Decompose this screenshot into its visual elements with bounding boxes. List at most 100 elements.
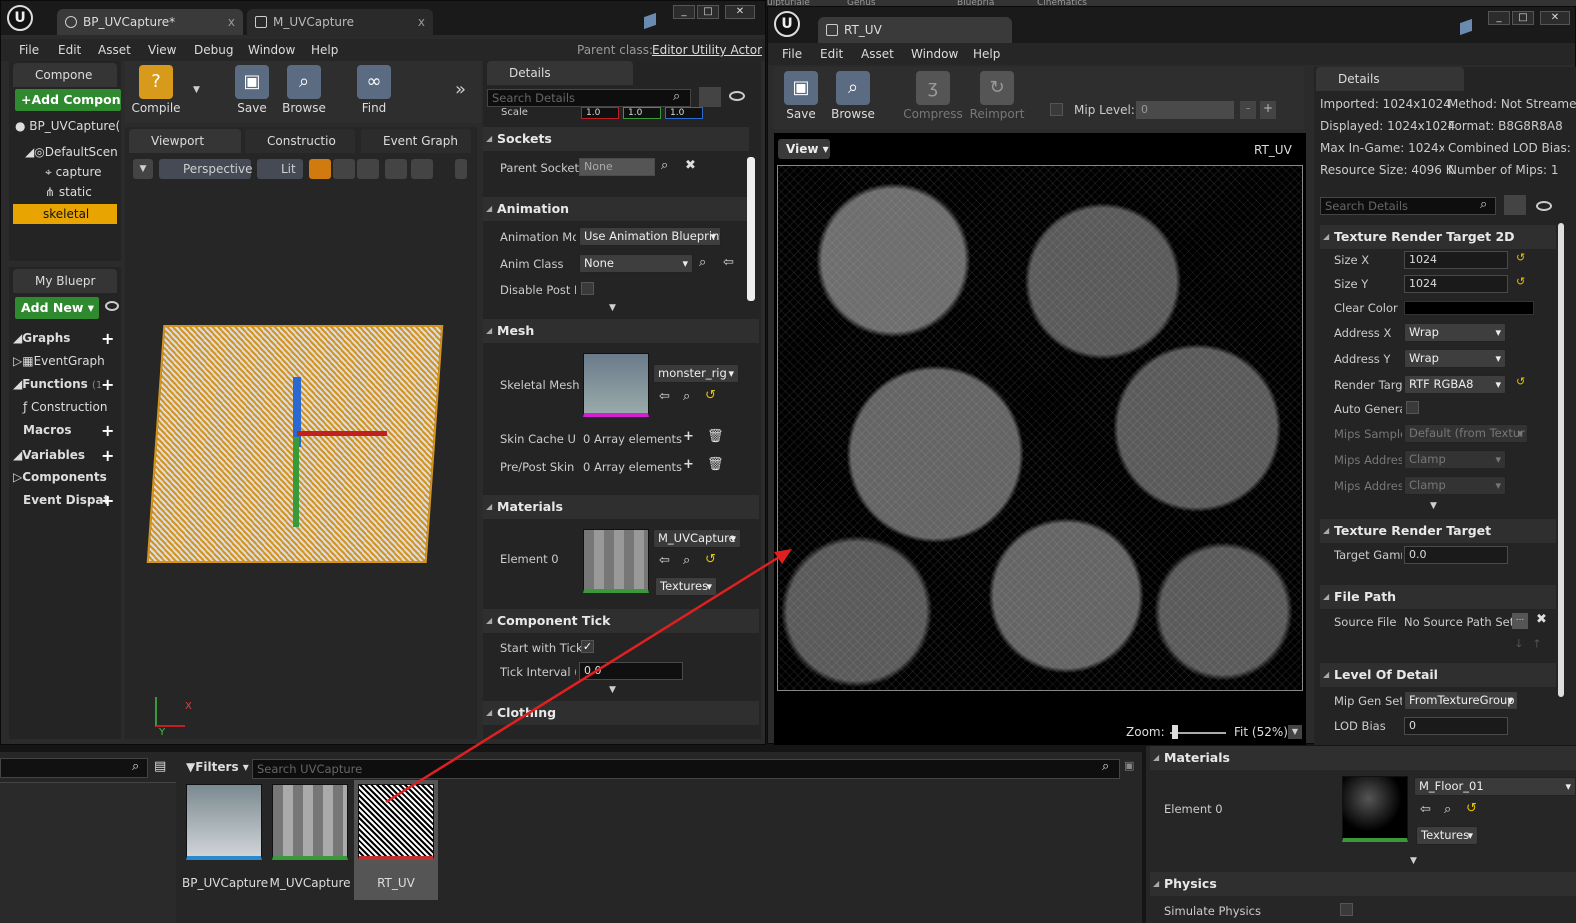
sources-search-input[interactable] [0, 758, 148, 778]
animation-mode-dropdown[interactable]: Use Animation Blueprint [579, 227, 721, 246]
asset-search-input[interactable]: Search UVCapture [252, 759, 1120, 779]
menu-view[interactable]: View [148, 43, 176, 57]
scale-x-field[interactable]: 1.0 [581, 107, 619, 119]
add-macro-icon[interactable]: + [101, 421, 114, 440]
section-materials[interactable]: Materials [483, 495, 759, 519]
arrow-down-icon[interactable]: 🡓 [1516, 635, 1522, 654]
trash-icon[interactable]: 🗑 [707, 457, 724, 472]
simulate-physics-checkbox[interactable] [1340, 903, 1353, 916]
material-thumbnail[interactable] [583, 529, 649, 593]
clear-color-swatch[interactable] [1404, 301, 1534, 315]
compress-button[interactable]: ʒ Compress [902, 71, 964, 121]
reset-icon[interactable]: ↺ [705, 552, 716, 567]
minimize-button[interactable]: _ [673, 5, 695, 19]
start-with-tick-checkbox[interactable]: ✓ [581, 640, 594, 653]
add-dispatcher-icon[interactable]: + [101, 491, 114, 510]
viewport-options-button[interactable]: ▼ [133, 159, 153, 179]
tree-static[interactable]: ⋔ static [45, 185, 92, 199]
chevron-down-icon[interactable]: ▼ [193, 85, 200, 95]
section-materials[interactable]: Materials [1150, 746, 1576, 770]
components-tab[interactable]: Compone [13, 63, 117, 87]
mip-gen-settings-dropdown[interactable]: FromTextureGroup [1404, 691, 1518, 710]
textures-button[interactable]: Textures [1416, 826, 1478, 845]
material-dropdown[interactable]: M_Floor_01 [1414, 777, 1576, 796]
anim-class-dropdown[interactable]: None [579, 254, 693, 273]
section-sockets[interactable]: Sockets [483, 127, 749, 151]
browse-icon[interactable]: ⌕ [1444, 802, 1451, 817]
add-component-button[interactable]: +Add Compon [15, 89, 121, 111]
details-search-input[interactable]: Search Details [1320, 197, 1496, 215]
tab-event-graph[interactable]: Event Graph [361, 129, 471, 153]
scrollbar[interactable] [747, 157, 755, 301]
item-construction[interactable]: ƒ Construction [23, 400, 107, 414]
expand-arrow-icon[interactable]: ▼ [609, 685, 616, 695]
tab-rt-uv[interactable]: RT_UV [818, 17, 1012, 43]
menu-help[interactable]: Help [311, 43, 338, 57]
add-function-icon[interactable]: + [101, 375, 114, 394]
section-trt2d[interactable]: Texture Render Target 2D [1320, 225, 1556, 249]
section-level-of-detail[interactable]: Level Of Detail [1320, 663, 1556, 687]
browse-button[interactable]: ⌕ Browse [277, 65, 331, 115]
menu-asset[interactable]: Asset [98, 43, 131, 57]
view-button[interactable]: View ▾ [778, 139, 830, 159]
reimport-button[interactable]: ↻ Reimport [966, 71, 1028, 121]
reset-icon[interactable]: ↺ [1466, 801, 1477, 816]
auto-generate-checkbox[interactable] [1406, 401, 1419, 414]
mip-level-checkbox[interactable] [1050, 103, 1063, 116]
address-y-dropdown[interactable]: Wrap [1404, 349, 1506, 368]
expand-arrow-icon[interactable]: ▼ [1410, 856, 1417, 866]
target-gamma-field[interactable]: 0.0 [1404, 546, 1508, 564]
uv-wireframe-image[interactable] [777, 165, 1303, 691]
tree-root[interactable]: ● BP_UVCapture( [15, 119, 120, 133]
eye-icon[interactable] [105, 301, 119, 311]
mip-level-field[interactable]: 0 [1136, 101, 1234, 119]
parent-socket-field[interactable]: None [579, 158, 655, 176]
clear-icon[interactable]: ✖ [685, 158, 696, 173]
scale-tool-icon[interactable] [357, 159, 379, 179]
mips-address-u-dropdown[interactable]: Clamp [1404, 450, 1506, 469]
use-selected-icon[interactable]: ⇦ [723, 255, 734, 270]
add-element-icon[interactable]: + [683, 457, 694, 472]
asset-thumbnail[interactable] [272, 784, 348, 860]
parent-class-link[interactable]: Editor Utility Actor [652, 43, 762, 57]
tick-interval-field[interactable]: 0.0 [579, 662, 683, 680]
translate-tool-icon[interactable] [309, 159, 331, 179]
menu-file[interactable]: File [19, 43, 39, 57]
use-selected-icon[interactable]: ⇦ [659, 389, 670, 404]
find-button[interactable]: ∞ Find [347, 65, 401, 115]
menu-asset[interactable]: Asset [861, 47, 894, 61]
section-trt[interactable]: Texture Render Target [1320, 519, 1556, 543]
close-button[interactable]: ✕ [725, 5, 755, 19]
reset-icon[interactable]: ↺ [705, 388, 716, 403]
material-thumbnail[interactable] [1342, 776, 1408, 842]
add-graph-icon[interactable]: + [101, 329, 114, 348]
add-new-button[interactable]: Add New ▾ [15, 297, 99, 319]
help-icon[interactable] [644, 12, 656, 30]
zoom-slider-handle[interactable] [1172, 725, 1178, 739]
use-selected-icon[interactable]: ⇦ [1420, 802, 1431, 817]
zoom-slider[interactable] [1170, 732, 1226, 734]
maximize-button[interactable]: □ [1512, 11, 1534, 25]
mips-address-v-dropdown[interactable]: Clamp [1404, 476, 1506, 495]
section-physics[interactable]: Physics [1150, 872, 1576, 896]
expand-arrow-icon[interactable]: ▼ [609, 303, 616, 313]
mip-decrease-button[interactable]: - [1240, 101, 1256, 119]
arrow-up-icon[interactable]: 🡑 [1534, 635, 1540, 654]
grid-view-icon[interactable] [1504, 195, 1526, 215]
details-tab[interactable]: Details [1316, 67, 1464, 91]
menu-debug[interactable]: Debug [194, 43, 233, 57]
compile-button[interactable]: ? Compile [129, 65, 183, 115]
skeletal-mesh-thumbnail[interactable] [583, 353, 649, 417]
add-element-icon[interactable]: + [683, 429, 694, 444]
rotate-tool-icon[interactable] [333, 159, 355, 179]
reset-icon[interactable]: ↺ [1516, 275, 1525, 288]
scale-z-field[interactable]: 1.0 [665, 107, 703, 119]
section-macros[interactable]: Macros [23, 423, 71, 437]
lod-bias-field[interactable]: 0 [1404, 717, 1508, 735]
browse-icon[interactable]: ⌕ [661, 158, 668, 173]
size-x-field[interactable]: 1024 [1404, 251, 1508, 269]
disable-post-checkbox[interactable] [581, 282, 594, 295]
details-tab[interactable]: Details [487, 61, 633, 85]
tab-m-uvcapture[interactable]: M_UVCapture x [247, 9, 433, 35]
skeletal-mesh-dropdown[interactable]: monster_rig [653, 364, 739, 383]
